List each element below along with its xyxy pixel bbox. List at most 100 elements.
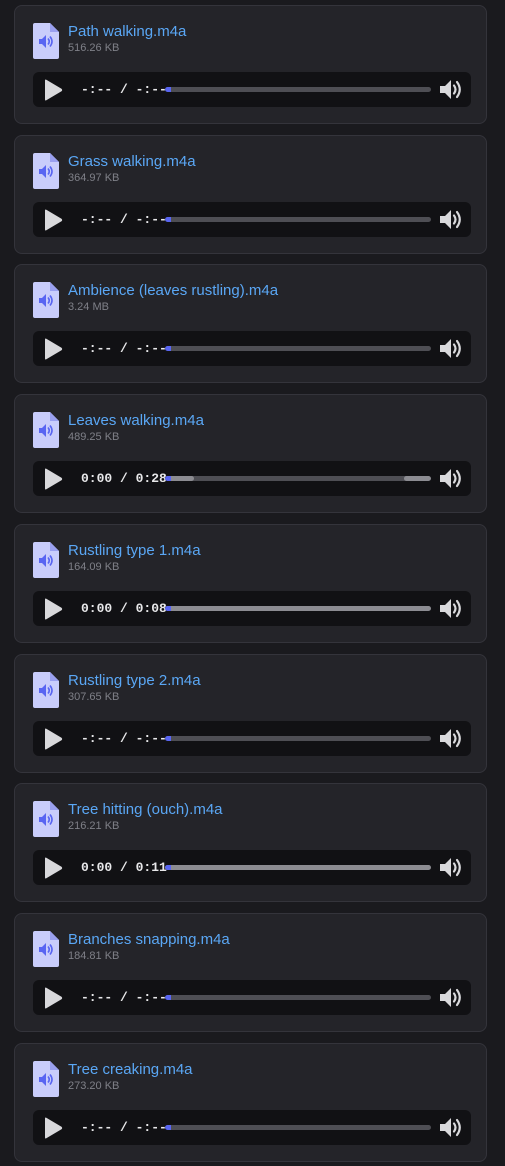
play-icon[interactable] (43, 857, 63, 879)
playback-progress (165, 1125, 171, 1130)
seek-bar[interactable] (165, 346, 431, 351)
audio-file-icon (33, 542, 59, 578)
volume-icon[interactable] (439, 78, 465, 101)
audio-file-icon (33, 1061, 59, 1097)
current-time: -:-- (81, 82, 113, 97)
playback-time: -:-- / -:-- (81, 1120, 167, 1135)
duration: -:-- (135, 341, 167, 356)
attachment-filename-link[interactable]: Ambience (leaves rustling).m4a (68, 282, 278, 300)
playback-time: -:-- / -:-- (81, 341, 167, 356)
attachment-filename-link[interactable]: Rustling type 2.m4a (68, 672, 201, 690)
seek-bar[interactable] (165, 606, 431, 611)
volume-icon[interactable] (439, 856, 465, 879)
playback-time: -:-- / -:-- (81, 212, 167, 227)
play-icon[interactable] (43, 987, 63, 1009)
playback-progress (165, 865, 171, 870)
playback-progress (165, 995, 171, 1000)
audio-player: -:-- / -:-- (33, 72, 471, 107)
seek-bar[interactable] (165, 865, 431, 870)
duration: -:-- (135, 731, 167, 746)
play-icon[interactable] (43, 1117, 63, 1139)
duration: 0:11 (135, 860, 167, 875)
volume-icon[interactable] (439, 986, 465, 1009)
audio-player: -:-- / -:-- (33, 980, 471, 1015)
current-time: 0:00 (81, 601, 113, 616)
audio-file-icon (33, 931, 59, 967)
seek-bar[interactable] (165, 87, 431, 92)
attachment-file-size: 364.97 KB (68, 172, 120, 184)
attachment-file-size: 216.21 KB (68, 820, 120, 832)
volume-icon[interactable] (439, 1116, 465, 1139)
audio-attachment-card: Branches snapping.m4a 184.81 KB -:-- / -… (14, 913, 487, 1032)
attachment-filename-link[interactable]: Leaves walking.m4a (68, 412, 204, 430)
attachment-filename-link[interactable]: Rustling type 1.m4a (68, 542, 201, 560)
playback-time: 0:00 / 0:11 (81, 860, 167, 875)
play-icon[interactable] (43, 209, 63, 231)
seek-bar[interactable] (165, 736, 431, 741)
attachment-file-size: 273.20 KB (68, 1080, 120, 1092)
attachment-file-size: 489.25 KB (68, 431, 120, 443)
audio-player: 0:00 / 0:08 (33, 591, 471, 626)
current-time: -:-- (81, 212, 113, 227)
play-icon[interactable] (43, 598, 63, 620)
playback-progress (165, 87, 171, 92)
audio-attachment-card: Rustling type 1.m4a 164.09 KB 0:00 / 0:0… (14, 524, 487, 643)
audio-attachment-card: Tree hitting (ouch).m4a 216.21 KB 0:00 /… (14, 783, 487, 902)
duration: 0:08 (135, 601, 167, 616)
seek-bar[interactable] (165, 476, 431, 481)
audio-attachment-card: Rustling type 2.m4a 307.65 KB -:-- / -:-… (14, 654, 487, 773)
seek-bar[interactable] (165, 995, 431, 1000)
audio-attachment-card: Tree creaking.m4a 273.20 KB -:-- / -:-- (14, 1043, 487, 1162)
attachment-file-size: 184.81 KB (68, 950, 120, 962)
volume-icon[interactable] (439, 337, 465, 360)
duration: -:-- (135, 1120, 167, 1135)
attachment-filename-link[interactable]: Grass walking.m4a (68, 153, 196, 171)
play-icon[interactable] (43, 338, 63, 360)
audio-player: 0:00 / 0:28 (33, 461, 471, 496)
attachment-file-size: 307.65 KB (68, 691, 120, 703)
audio-file-icon (33, 412, 59, 448)
play-icon[interactable] (43, 79, 63, 101)
audio-player: -:-- / -:-- (33, 721, 471, 756)
audio-file-icon (33, 23, 59, 59)
buffered-range-end (404, 476, 431, 481)
audio-attachment-card: Leaves walking.m4a 489.25 KB 0:00 / 0:28 (14, 394, 487, 513)
audio-file-icon (33, 672, 59, 708)
audio-attachment-card: Grass walking.m4a 364.97 KB -:-- / -:-- (14, 135, 487, 254)
playback-time: -:-- / -:-- (81, 82, 167, 97)
current-time: -:-- (81, 341, 113, 356)
audio-file-icon (33, 282, 59, 318)
duration: -:-- (135, 212, 167, 227)
audio-player: -:-- / -:-- (33, 331, 471, 366)
attachment-file-size: 3.24 MB (68, 301, 109, 313)
play-icon[interactable] (43, 468, 63, 490)
play-icon[interactable] (43, 728, 63, 750)
attachment-list: Path walking.m4a 516.26 KB -:-- / -:-- G… (0, 0, 505, 1166)
audio-file-icon (33, 801, 59, 837)
playback-time: -:-- / -:-- (81, 731, 167, 746)
current-time: 0:00 (81, 471, 113, 486)
playback-time: 0:00 / 0:28 (81, 471, 167, 486)
attachment-filename-link[interactable]: Path walking.m4a (68, 23, 186, 41)
attachment-filename-link[interactable]: Tree creaking.m4a (68, 1061, 193, 1079)
playback-progress (165, 346, 171, 351)
duration: 0:28 (135, 471, 167, 486)
current-time: -:-- (81, 731, 113, 746)
audio-player: -:-- / -:-- (33, 1110, 471, 1145)
seek-bar[interactable] (165, 1125, 431, 1130)
seek-bar[interactable] (165, 217, 431, 222)
playback-progress (165, 606, 171, 611)
volume-icon[interactable] (439, 208, 465, 231)
audio-player: 0:00 / 0:11 (33, 850, 471, 885)
audio-attachment-card: Path walking.m4a 516.26 KB -:-- / -:-- (14, 5, 487, 124)
volume-icon[interactable] (439, 467, 465, 490)
current-time: -:-- (81, 990, 113, 1005)
attachment-filename-link[interactable]: Branches snapping.m4a (68, 931, 230, 949)
volume-icon[interactable] (439, 727, 465, 750)
attachment-file-size: 516.26 KB (68, 42, 120, 54)
volume-icon[interactable] (439, 597, 465, 620)
audio-player: -:-- / -:-- (33, 202, 471, 237)
playback-time: -:-- / -:-- (81, 990, 167, 1005)
attachment-filename-link[interactable]: Tree hitting (ouch).m4a (68, 801, 223, 819)
audio-file-icon (33, 153, 59, 189)
